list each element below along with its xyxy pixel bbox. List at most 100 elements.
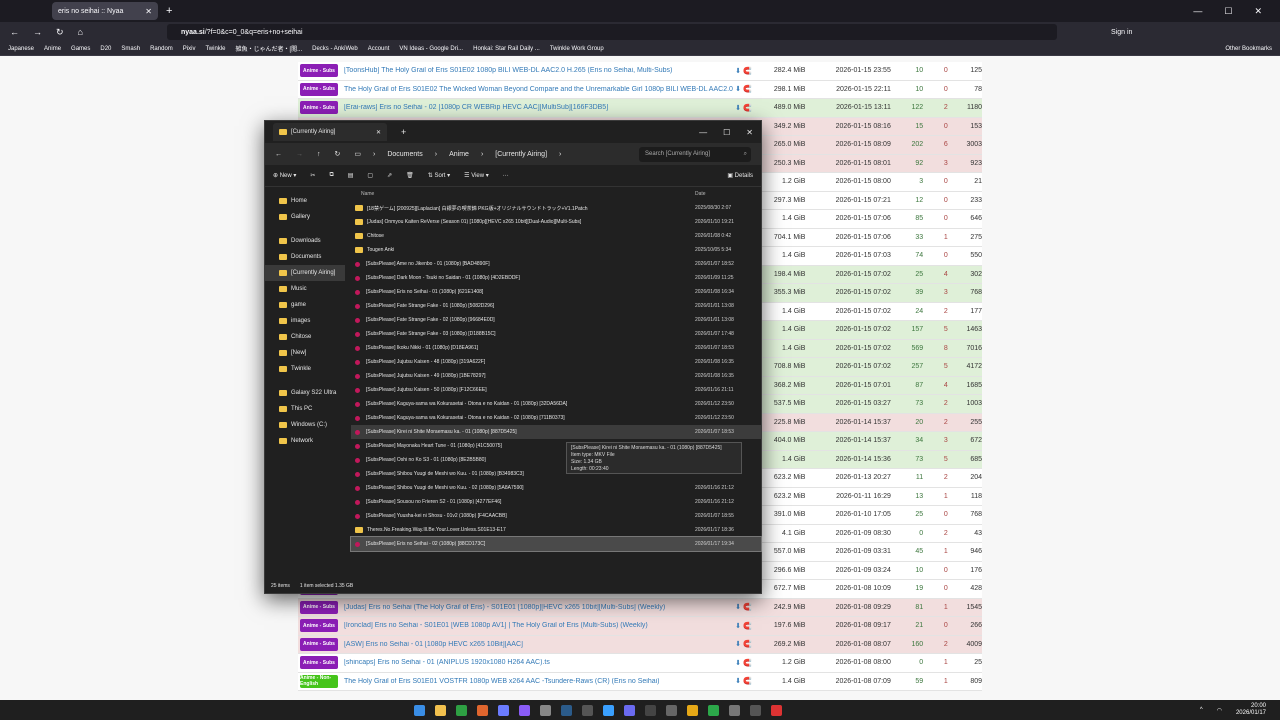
file-row[interactable]: [SubsPlease] Ikoku Nikki - 01 (1080p) [D…	[351, 341, 761, 355]
download-icon[interactable]: ⬇ 🧲	[735, 677, 754, 685]
bookmark-item[interactable]: D20	[100, 46, 111, 52]
bookmark-item[interactable]: Decks - AnkiWeb	[312, 46, 358, 52]
nav-item[interactable]: Downloads	[265, 233, 345, 249]
nav-item[interactable]: Network	[265, 433, 345, 449]
bookmark-item[interactable]: Japanese	[8, 46, 34, 52]
nav-item[interactable]: Chitose	[265, 329, 345, 345]
file-row[interactable]: [SubsPlease] Eris no Seihai - 01 (1080p)…	[351, 285, 761, 299]
new-tab-icon[interactable]: +	[401, 127, 406, 137]
file-row[interactable]: [SubsPlease] Jujutsu Kaisen - 50 (1080p)…	[351, 383, 761, 397]
file-row[interactable]: [SubsPlease] Yuusha-kei ni Shosu - 01v2 …	[351, 509, 761, 523]
chrome-icon[interactable]	[456, 704, 467, 716]
bookmark-item[interactable]: Twinkle Work Group	[550, 46, 604, 52]
explorer-tab[interactable]: [Currently Airing] ✕	[273, 123, 387, 141]
app-icon[interactable]	[687, 704, 698, 716]
category-badge[interactable]: Anime - Subs	[300, 619, 338, 633]
torrent-name-link[interactable]: The Holy Grail of Eris S01E01 VOSTFR 108…	[338, 678, 735, 685]
nav-item[interactable]: Windows (C:)	[265, 417, 345, 433]
download-icon[interactable]: ⬇ 🧲	[735, 622, 754, 630]
close-window-icon[interactable]: ✕	[746, 128, 753, 137]
app-icon[interactable]	[603, 704, 614, 716]
torrent-name-link[interactable]: [ASW] Eris no Seihai - 01 [1080p HEVC x2…	[338, 641, 735, 648]
torrent-name-link[interactable]: [Ironclad] Eris no Seihai - S01E01 [WEB …	[338, 622, 735, 629]
app-icon[interactable]	[582, 704, 593, 716]
steam-icon[interactable]	[561, 704, 572, 716]
sort-button[interactable]: ⇅ Sort ▾	[428, 172, 450, 179]
torrent-name-link[interactable]: [ToonsHub] The Holy Grail of Eris S01E02…	[338, 67, 735, 74]
bookmark-item[interactable]: Smash	[121, 46, 140, 52]
discord-icon[interactable]	[519, 704, 530, 716]
category-badge[interactable]: Anime - Subs	[300, 101, 338, 115]
forward-icon[interactable]: →	[296, 151, 303, 158]
app-icon[interactable]	[624, 704, 635, 716]
torrent-name-link[interactable]: [Judas] Eris no Seihai (The Holy Grail o…	[338, 604, 735, 611]
file-row[interactable]: [SubsPlease] Jujutsu Kaisen - 48 (1080p)…	[351, 355, 761, 369]
column-name[interactable]: Name	[351, 191, 374, 197]
app-icon[interactable]	[498, 704, 509, 716]
sign-in-button[interactable]: Sign in	[1111, 29, 1132, 36]
nav-item[interactable]: This PC	[265, 401, 345, 417]
torrent-name-link[interactable]: [Erai-raws] Eris no Seihai - 02 [1080p C…	[338, 104, 735, 111]
rename-icon[interactable]: ▢	[367, 172, 373, 179]
file-row[interactable]: [SubsPlease] Kirei ni Shite Moraemasu ka…	[351, 425, 761, 439]
app-icon[interactable]	[729, 704, 740, 716]
other-bookmarks[interactable]: Other Bookmarks	[1225, 46, 1272, 52]
minimize-icon[interactable]: —	[1193, 6, 1202, 17]
download-icon[interactable]: ⬇ 🧲	[735, 85, 754, 93]
download-icon[interactable]: ⬇ 🧲	[735, 67, 754, 75]
nav-item[interactable]: Music	[265, 281, 345, 297]
browser-tab[interactable]: eris no seihai :: Nyaa ✕	[52, 2, 158, 20]
category-badge[interactable]: Anime - Subs	[300, 600, 338, 614]
paste-icon[interactable]: ▤	[348, 172, 354, 179]
file-row[interactable]: [SubsPlease] Kaguya-sama wa Kokurasetai …	[351, 397, 761, 411]
wifi-icon[interactable]: ◠	[1217, 707, 1222, 714]
nav-item[interactable]: images	[265, 313, 345, 329]
app-icon[interactable]	[771, 704, 782, 716]
reload-icon[interactable]: ↻	[56, 27, 64, 38]
category-badge[interactable]: Anime - Subs	[300, 637, 338, 651]
nav-item[interactable]: Documents	[265, 249, 345, 265]
up-icon[interactable]: ↑	[317, 151, 321, 158]
category-badge[interactable]: Anime - Subs	[300, 656, 338, 670]
close-window-icon[interactable]: ✕	[1254, 6, 1262, 17]
file-row[interactable]: Chitose 2026/01/08 0:42	[351, 229, 761, 243]
app-icon[interactable]	[750, 704, 761, 716]
file-row[interactable]: [SubsPlease] Dark Moon - Tsuki no Saidan…	[351, 271, 761, 285]
delete-icon[interactable]: 🗑	[406, 172, 414, 179]
maximize-icon[interactable]: ☐	[1224, 6, 1232, 17]
breadcrumb-item[interactable]: [Currently Airing]	[495, 151, 547, 158]
file-row[interactable]: [SubsPlease] Jujutsu Kaisen - 49 (1080p)…	[351, 369, 761, 383]
clock[interactable]: 20:00 2026/01/17	[1236, 703, 1266, 717]
bookmark-item[interactable]: Games	[71, 46, 90, 52]
category-badge[interactable]: Anime - Subs	[300, 64, 338, 78]
refresh-icon[interactable]: ↻	[335, 150, 341, 158]
more-icon[interactable]: ···	[503, 173, 509, 179]
minimize-icon[interactable]: —	[699, 128, 707, 137]
file-row[interactable]: Tougen Anki 2025/10/05 5:34	[351, 243, 761, 257]
start-icon[interactable]	[414, 704, 425, 716]
nav-item[interactable]: game	[265, 297, 345, 313]
nav-item[interactable]: [Currently Airing]	[265, 265, 345, 281]
file-row[interactable]: [SubsPlease] Ame no Jikenbo - 01 (1080p)…	[351, 257, 761, 271]
torrent-name-link[interactable]: The Holy Grail of Eris S01E02 The Wicked…	[338, 86, 735, 93]
file-row[interactable]: [SubsPlease] Eris no Seihai - 02 (1080p)…	[350, 536, 762, 552]
nav-item[interactable]: [New]	[265, 345, 345, 361]
app-icon[interactable]	[540, 704, 551, 716]
firefox-icon[interactable]	[477, 704, 488, 716]
nav-item[interactable]: Gallery	[265, 209, 345, 225]
bookmark-item[interactable]: Anime	[44, 46, 61, 52]
url-bar[interactable]: nyaa.si /?f=0&c=0_0&q=eris+no+seihai	[166, 24, 1057, 40]
bookmark-item[interactable]: Random	[150, 46, 173, 52]
nav-item[interactable]: Galaxy S22 Ultra	[265, 385, 345, 401]
download-icon[interactable]: ⬇ 🧲	[735, 640, 754, 648]
close-icon[interactable]: ✕	[145, 7, 152, 16]
category-badge[interactable]: Anime - Non-English	[300, 674, 338, 688]
close-tab-icon[interactable]: ✕	[376, 129, 381, 136]
forward-icon[interactable]: →	[33, 27, 42, 37]
bookmark-item[interactable]: Account	[368, 46, 390, 52]
settings-icon[interactable]	[666, 704, 677, 716]
file-row[interactable]: [SubsPlease] Sousou no Frieren S2 - 01 (…	[351, 495, 761, 509]
cut-icon[interactable]: ✂	[310, 172, 315, 179]
details-button[interactable]: ▣ Details	[727, 172, 753, 179]
category-badge[interactable]: Anime - Subs	[300, 82, 338, 96]
